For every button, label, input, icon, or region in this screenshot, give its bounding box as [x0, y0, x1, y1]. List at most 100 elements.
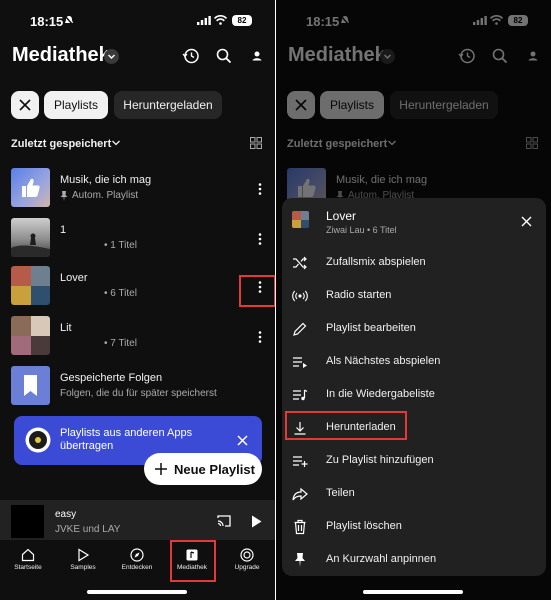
- shuffle-icon: [293, 256, 307, 270]
- page-title: Mediathek: [12, 44, 110, 66]
- mini-player[interactable]: easy JVKE und LAY: [0, 500, 275, 543]
- nav-item-explore[interactable]: Entdecken: [112, 548, 162, 571]
- nav-label: Entdecken: [121, 564, 153, 571]
- highlight-box-library: [170, 540, 216, 582]
- cast-icon[interactable]: [217, 515, 231, 527]
- list-item[interactable]: Lit • 7 Titel: [0, 316, 275, 364]
- pencil-icon: [293, 322, 307, 336]
- trash-icon: [294, 519, 306, 535]
- menu-item-shuffle[interactable]: Zufallsmix abspielen: [282, 247, 546, 280]
- chip-downloaded[interactable]: Heruntergeladen: [114, 91, 222, 119]
- playlist-thumbnail: [11, 316, 50, 355]
- highlight-box-more: [239, 275, 275, 307]
- vinyl-icon: [25, 427, 51, 453]
- menu-item-add-to-playlist[interactable]: Zu Playlist hinzufügen: [282, 445, 546, 478]
- menu-item-label: In die Wiedergabeliste: [326, 388, 435, 400]
- close-icon: [19, 99, 31, 111]
- list-item-title: Lit: [60, 322, 72, 334]
- play-next-icon: [293, 357, 307, 368]
- library-screen: 18:15 82 Mediathek Playlists Heruntergel…: [0, 0, 275, 600]
- menu-item-label: Teilen: [326, 487, 355, 499]
- now-playing-artist: JVKE und LAY: [55, 524, 121, 535]
- nav-item-home[interactable]: Startseite: [3, 548, 53, 571]
- menu-item-label: Radio starten: [326, 289, 392, 301]
- close-icon[interactable]: [521, 216, 532, 227]
- menu-item-share[interactable]: Teilen: [282, 478, 546, 511]
- cellular-signal-icon: [197, 16, 211, 25]
- nav-item-upgrade[interactable]: Upgrade: [222, 548, 272, 571]
- menu-playlist-thumbnail: [292, 211, 309, 228]
- bookmark-icon: [24, 375, 37, 396]
- plus-icon: [155, 463, 167, 475]
- status-time: 18:15: [30, 14, 64, 29]
- search-icon[interactable]: [215, 47, 233, 65]
- list-item[interactable]: Lover • 6 Titel: [0, 266, 275, 314]
- banner-text: Playlists aus anderen Apps übertragen: [60, 427, 193, 452]
- home-indicator: [363, 590, 463, 594]
- menu-item-label: Zu Playlist hinzufügen: [326, 454, 434, 466]
- list-item[interactable]: 1 • 1 Titel: [0, 218, 275, 266]
- chip-playlists[interactable]: Playlists: [44, 91, 108, 119]
- menu-item-label: Zufallsmix abspielen: [326, 256, 426, 268]
- context-menu-sheet: Lover Ziwai Lau • 6 Titel Zufallsmix abs…: [282, 198, 546, 576]
- battery-icon: 82: [232, 15, 252, 26]
- menu-item-edit[interactable]: Playlist bearbeiten: [282, 313, 546, 346]
- more-vertical-icon[interactable]: [255, 330, 265, 344]
- menu-item-label: Als Nächstes abspielen: [326, 355, 441, 367]
- highlight-box-download: [285, 411, 407, 440]
- list-item-subtitle: Folgen, die du für später speicherst: [60, 388, 217, 399]
- sort-dropdown[interactable]: Zuletzt gespeichert: [11, 138, 111, 150]
- liked-music-thumbnail: [11, 168, 50, 207]
- menu-item-play-next[interactable]: Als Nächstes abspielen: [282, 346, 546, 379]
- new-playlist-button[interactable]: Neue Playlist: [144, 453, 262, 485]
- list-item-title: 1: [60, 224, 67, 236]
- chevron-down-icon[interactable]: [111, 138, 121, 148]
- list-item-title: Gespeicherte Folgen: [60, 372, 163, 384]
- status-bar: 18:15 82: [0, 0, 275, 40]
- list-item-subtitle: Autom. Playlist: [72, 190, 139, 201]
- wifi-icon: [214, 15, 227, 25]
- list-item[interactable]: Gespeicherte Folgen Folgen, die du für s…: [0, 366, 275, 414]
- close-icon[interactable]: [237, 435, 248, 446]
- playlist-add-icon: [293, 456, 308, 467]
- now-playing-title: easy: [55, 509, 77, 520]
- more-vertical-icon[interactable]: [255, 182, 265, 196]
- menu-item-pin[interactable]: An Kurzwahl anpinnen: [282, 544, 546, 577]
- queue-icon: [293, 389, 308, 401]
- menu-item-label: Playlist bearbeiten: [326, 322, 416, 334]
- menu-item-delete[interactable]: Playlist löschen: [282, 511, 546, 544]
- upgrade-icon: [240, 548, 254, 562]
- menu-title: Lover: [326, 209, 357, 223]
- nav-label: Samples: [70, 564, 96, 571]
- playlist-thumbnail: [11, 266, 50, 305]
- bell-muted-icon: [64, 15, 74, 26]
- list-item[interactable]: Musik, die ich mag Autom. Playlist: [0, 168, 275, 216]
- person-silhouette-icon: [11, 233, 50, 257]
- nav-item-samples[interactable]: Samples: [58, 548, 108, 571]
- history-icon[interactable]: [182, 47, 200, 65]
- nav-label: Upgrade: [234, 564, 260, 571]
- menu-item-add-to-queue[interactable]: In die Wiedergabeliste: [282, 379, 546, 412]
- account-avatar-icon[interactable]: [248, 47, 266, 65]
- home-indicator: [87, 590, 187, 594]
- playlist-thumbnail: [11, 218, 50, 257]
- new-playlist-label: Neue Playlist: [174, 462, 255, 477]
- saved-episodes-thumbnail: [11, 366, 50, 405]
- list-item-title: Musik, die ich mag: [60, 174, 152, 186]
- compass-icon: [130, 548, 144, 562]
- grid-view-icon[interactable]: [250, 137, 262, 149]
- thumbs-up-icon: [22, 178, 40, 197]
- pin-icon: [60, 191, 68, 201]
- pin-icon: [295, 553, 305, 567]
- share-icon: [292, 487, 308, 501]
- clear-filter-button[interactable]: [11, 91, 39, 119]
- list-item-subtitle: • 1 Titel: [104, 240, 137, 251]
- menu-item-radio[interactable]: Radio starten: [282, 280, 546, 313]
- chevron-down-icon[interactable]: [104, 49, 119, 64]
- menu-item-label: Playlist löschen: [326, 520, 402, 532]
- menu-item-label: An Kurzwahl anpinnen: [326, 553, 437, 565]
- home-icon: [21, 548, 35, 562]
- menu-subtitle: Ziwai Lau • 6 Titel: [326, 225, 397, 235]
- play-icon[interactable]: [251, 515, 262, 528]
- more-vertical-icon[interactable]: [255, 232, 265, 246]
